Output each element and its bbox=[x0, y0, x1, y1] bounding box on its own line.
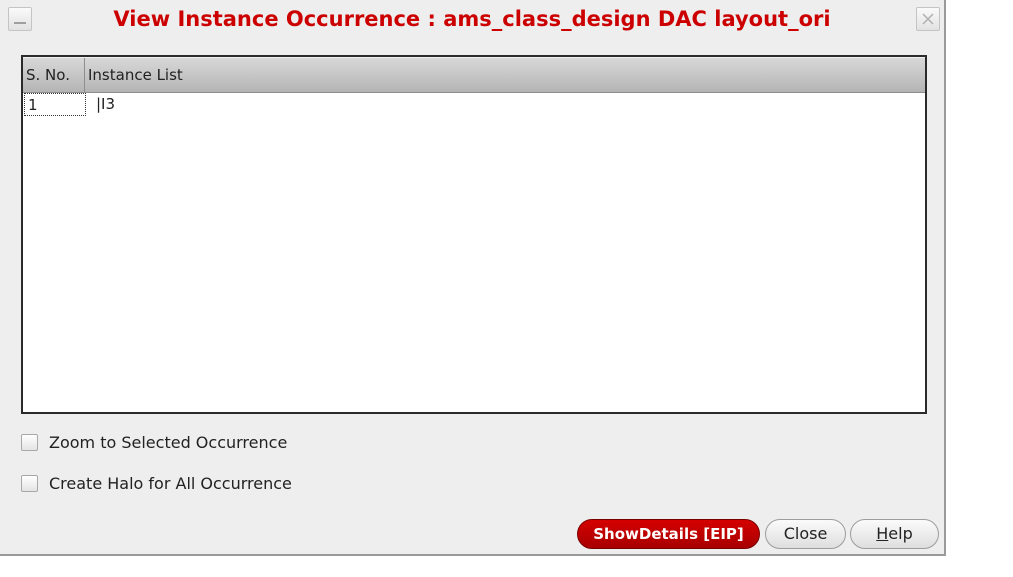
show-details-button[interactable]: ShowDetails [EIP] bbox=[577, 519, 760, 549]
instance-table: S. No. Instance List 1 |I3 bbox=[21, 55, 927, 414]
halo-checkbox[interactable] bbox=[21, 474, 38, 492]
minimize-button[interactable] bbox=[8, 7, 32, 31]
zoom-option[interactable]: Zoom to Selected Occurrence bbox=[21, 431, 287, 453]
dialog-window: View Instance Occurrence : ams_class_des… bbox=[0, 0, 946, 556]
help-button[interactable]: Help bbox=[850, 519, 939, 549]
help-mnemonic: H bbox=[876, 524, 889, 543]
zoom-label: Zoom to Selected Occurrence bbox=[49, 432, 288, 452]
window-title: View Instance Occurrence : ams_class_des… bbox=[113, 7, 831, 31]
halo-option[interactable]: Create Halo for All Occurrence bbox=[21, 472, 292, 494]
help-label-rest: elp bbox=[888, 524, 913, 543]
close-icon bbox=[922, 13, 934, 25]
column-header-instance-list[interactable]: Instance List bbox=[85, 58, 925, 92]
column-header-sno[interactable]: S. No. bbox=[23, 58, 85, 92]
title-bar: View Instance Occurrence : ams_class_des… bbox=[0, 0, 944, 38]
close-window-button[interactable] bbox=[916, 7, 940, 31]
halo-label: Create Halo for All Occurrence bbox=[49, 473, 292, 493]
table-header: S. No. Instance List bbox=[23, 57, 925, 93]
close-button[interactable]: Close bbox=[765, 519, 846, 549]
cell-sno[interactable]: 1 bbox=[24, 93, 86, 116]
zoom-checkbox[interactable] bbox=[21, 433, 38, 451]
table-row[interactable]: 1 |I3 bbox=[23, 93, 925, 117]
cell-instance[interactable]: |I3 bbox=[86, 93, 115, 116]
